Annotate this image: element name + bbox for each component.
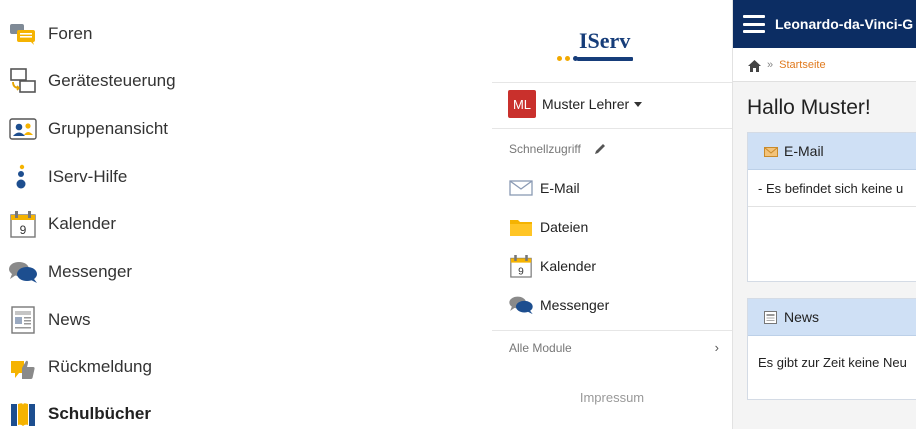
module-geraetesteuerung[interactable]: Gerätesteuerung: [8, 61, 176, 101]
module-label: Rückmeldung: [48, 357, 152, 376]
messenger-icon: [508, 293, 534, 317]
main-content: Leonardo-da-Vinci-G » Startseite Hallo M…: [733, 0, 916, 429]
module-list: Foren Gerätesteuerung Gruppenansicht ISe…: [0, 0, 300, 429]
schoolbooks-icon: [8, 399, 38, 429]
chevron-right-icon: ›: [714, 340, 719, 355]
group-view-icon: [8, 114, 38, 144]
impressum-link[interactable]: Impressum: [492, 390, 732, 405]
logo-wordmark: IServ: [579, 28, 631, 53]
module-label: Gerätesteuerung: [48, 71, 176, 90]
calendar-icon: 9: [8, 209, 38, 239]
breadcrumb-current[interactable]: Startseite: [779, 59, 825, 71]
all-modules-label: Alle Module: [509, 340, 572, 355]
module-label: News: [48, 310, 91, 329]
svg-text:9: 9: [20, 223, 27, 237]
avatar: ML: [508, 90, 536, 118]
module-label: Gruppenansicht: [48, 119, 169, 138]
email-icon: [508, 176, 534, 200]
module-iserv-hilfe[interactable]: IServ-Hilfe: [8, 157, 127, 197]
news-panel-text: Es gibt zur Zeit keine Neu: [758, 355, 907, 370]
logo-dots: [557, 56, 578, 61]
module-label: IServ-Hilfe: [48, 167, 128, 186]
module-news[interactable]: News: [8, 300, 91, 340]
news-panel-header[interactable]: News: [748, 299, 916, 336]
quick-access-title: Schnellzugriff: [509, 142, 581, 156]
quick-item-messenger[interactable]: Messenger: [508, 291, 609, 319]
news-icon: [8, 305, 38, 335]
caret-down-icon: [634, 101, 643, 107]
forum-icon: [8, 19, 38, 49]
user-menu[interactable]: ML Muster Lehrer: [508, 90, 643, 118]
module-label: Messenger: [48, 262, 133, 281]
email-panel-text: - Es befindet sich keine u: [758, 181, 904, 196]
folder-icon: [508, 215, 534, 239]
breadcrumb-separator: »: [767, 58, 774, 71]
all-modules-link[interactable]: Alle Module ›: [509, 340, 719, 355]
feedback-icon: [8, 352, 38, 382]
hamburger-menu-icon[interactable]: [743, 15, 765, 33]
quick-item-kalender[interactable]: 9 Kalender: [508, 252, 596, 280]
page-title: Hallo Muster!: [747, 96, 871, 119]
divider: [492, 330, 732, 331]
divider: [492, 128, 732, 129]
divider: [492, 82, 732, 83]
device-control-icon: [8, 66, 38, 96]
messenger-icon: [8, 257, 38, 287]
quick-item-label: E-Mail: [540, 180, 580, 196]
school-name[interactable]: Leonardo-da-Vinci-G: [775, 16, 913, 32]
module-gruppenansicht[interactable]: Gruppenansicht: [8, 109, 168, 149]
module-schulbuecher[interactable]: Schulbücher: [8, 394, 151, 434]
news-panel: News Es gibt zur Zeit keine Neu: [747, 298, 916, 400]
email-panel-row: - Es befindet sich keine u: [748, 170, 916, 207]
email-panel-title: E-Mail: [784, 143, 824, 159]
quick-access-header: Schnellzugriff: [509, 142, 607, 156]
module-label: Foren: [48, 24, 93, 43]
news-panel-title: News: [784, 309, 820, 325]
home-icon[interactable]: [748, 59, 761, 72]
calendar-icon: 9: [508, 254, 534, 278]
breadcrumb: » Startseite: [733, 48, 916, 82]
quick-item-label: Messenger: [540, 297, 610, 313]
iserv-logo[interactable]: IServ: [547, 22, 677, 68]
envelope-icon: [764, 145, 778, 157]
news-icon: [764, 311, 778, 324]
svg-text:9: 9: [518, 266, 524, 277]
module-label: Kalender: [48, 214, 117, 233]
module-foren[interactable]: Foren: [8, 14, 92, 54]
module-rueckmeldung[interactable]: Rückmeldung: [8, 347, 152, 387]
top-navbar: Leonardo-da-Vinci-G: [733, 0, 916, 48]
quick-item-label: Kalender: [540, 258, 597, 274]
module-messenger[interactable]: Messenger: [8, 252, 132, 292]
quick-item-label: Dateien: [540, 219, 589, 235]
logo-underline: [577, 57, 633, 61]
module-kalender[interactable]: 9 Kalender: [8, 204, 116, 244]
pencil-icon[interactable]: [593, 142, 607, 156]
email-panel-header[interactable]: E-Mail: [748, 133, 916, 170]
quick-item-dateien[interactable]: Dateien: [508, 213, 588, 241]
user-name: Muster Lehrer: [542, 96, 630, 112]
sidebar: IServ ML Muster Lehrer Schnellzugriff E-…: [492, 0, 733, 429]
email-panel: E-Mail - Es befindet sich keine u: [747, 132, 916, 282]
quick-item-email[interactable]: E-Mail: [508, 174, 580, 202]
help-icon: [8, 162, 38, 192]
module-label: Schulbücher: [48, 404, 151, 423]
